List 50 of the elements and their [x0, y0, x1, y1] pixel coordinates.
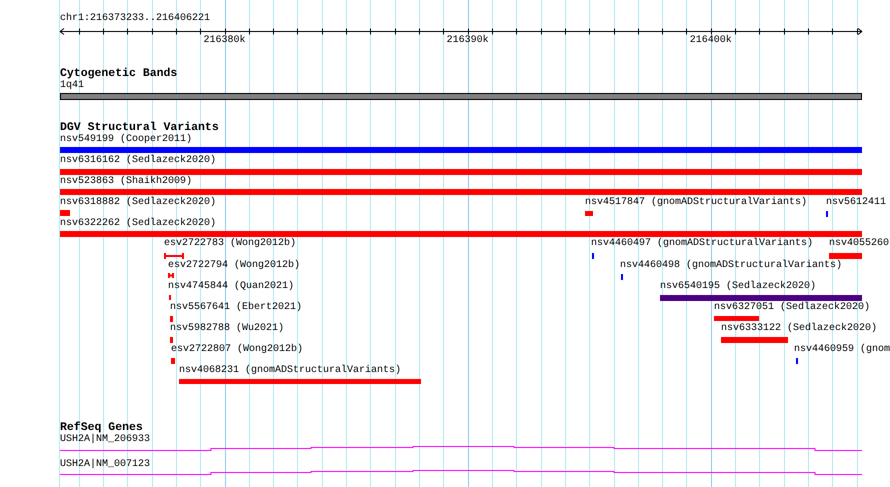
variant-bar[interactable] — [721, 337, 788, 343]
variant-label: nsv4460498 (gnomADStructuralVariants) — [620, 261, 842, 271]
band-label: 1q41 — [60, 81, 84, 91]
variant-bar[interactable] — [714, 316, 759, 321]
variant-label: nsv4460959 (gnom — [794, 345, 890, 355]
gene-label: USH2A|NM_007123 — [60, 460, 150, 470]
variant-bar[interactable] — [585, 211, 593, 216]
variant-bar[interactable] — [60, 189, 862, 195]
variant-label: nsv4517847 (gnomADStructuralVariants) — [585, 198, 808, 208]
variant-label: nsv549199 (Cooper2011) — [60, 135, 192, 145]
variant-label: nsv6540195 (Sedlazeck2020) — [660, 282, 816, 292]
variant-bar[interactable] — [60, 169, 862, 175]
variant-label: esv2722807 (Wong2012b) — [171, 345, 304, 355]
variant-label: esv2722794 (Wong2012b) — [168, 261, 300, 271]
variant-bar[interactable] — [60, 210, 70, 216]
variant-label: nsv6318882 (Sedlazeck2020) — [60, 198, 216, 208]
variant-label: nsv5612411 — [826, 198, 886, 208]
variant-label: nsv5982788 (Wu2021) — [170, 324, 284, 334]
variant-label: nsv4745844 (Quan2021) — [168, 282, 294, 292]
variant-bar[interactable] — [170, 316, 173, 322]
variant-bar[interactable] — [179, 379, 421, 384]
variant-label: nsv6327051 (Sedlazeck2020) — [714, 303, 870, 313]
variant-label: nsv4460497 (gnomADStructuralVariants) — [591, 239, 814, 249]
variant-label: nsv5567641 (Ebert2021) — [170, 303, 302, 313]
variant-label: nsv4068231 (gnomADStructuralVariants) — [179, 366, 402, 376]
ruler-tick-label: 216390k — [446, 35, 489, 46]
variant-label: esv2722783 (Wong2012b) — [164, 239, 296, 249]
gene-model[interactable] — [59, 469, 863, 475]
location-label: chr1:216373233..216406221 — [60, 14, 210, 24]
track-title: RefSeq Genes — [60, 421, 143, 434]
variant-label: nsv523863 (Shaikh2009) — [60, 177, 192, 187]
variant-interval[interactable] — [164, 253, 184, 259]
gene-label: USH2A|NM_206933 — [60, 435, 150, 445]
ruler-tick-label: 216380k — [204, 35, 246, 46]
variant-bar[interactable] — [829, 253, 862, 259]
variant-label: nsv4055260 — [829, 239, 890, 249]
variant-bar[interactable] — [660, 295, 862, 301]
variant-bar[interactable] — [171, 358, 175, 364]
variant-bar[interactable] — [60, 231, 862, 237]
variant-interval[interactable] — [168, 273, 174, 278]
gene-model[interactable] — [59, 445, 863, 451]
track-title: DGV Structural Variants — [60, 121, 219, 134]
ruler-tick-label: 216400k — [690, 35, 732, 46]
variant-bar[interactable] — [170, 337, 173, 343]
variant-label: nsv6322262 (Sedlazeck2020) — [60, 219, 216, 229]
variant-label: nsv6316162 (Sedlazeck2020) — [60, 156, 216, 166]
variant-bar[interactable] — [60, 147, 862, 153]
track-title: Cytogenetic Bands — [60, 67, 178, 80]
variant-label: nsv6333122 (Sedlazeck2020) — [721, 324, 878, 334]
chromosome-band[interactable] — [60, 93, 862, 100]
